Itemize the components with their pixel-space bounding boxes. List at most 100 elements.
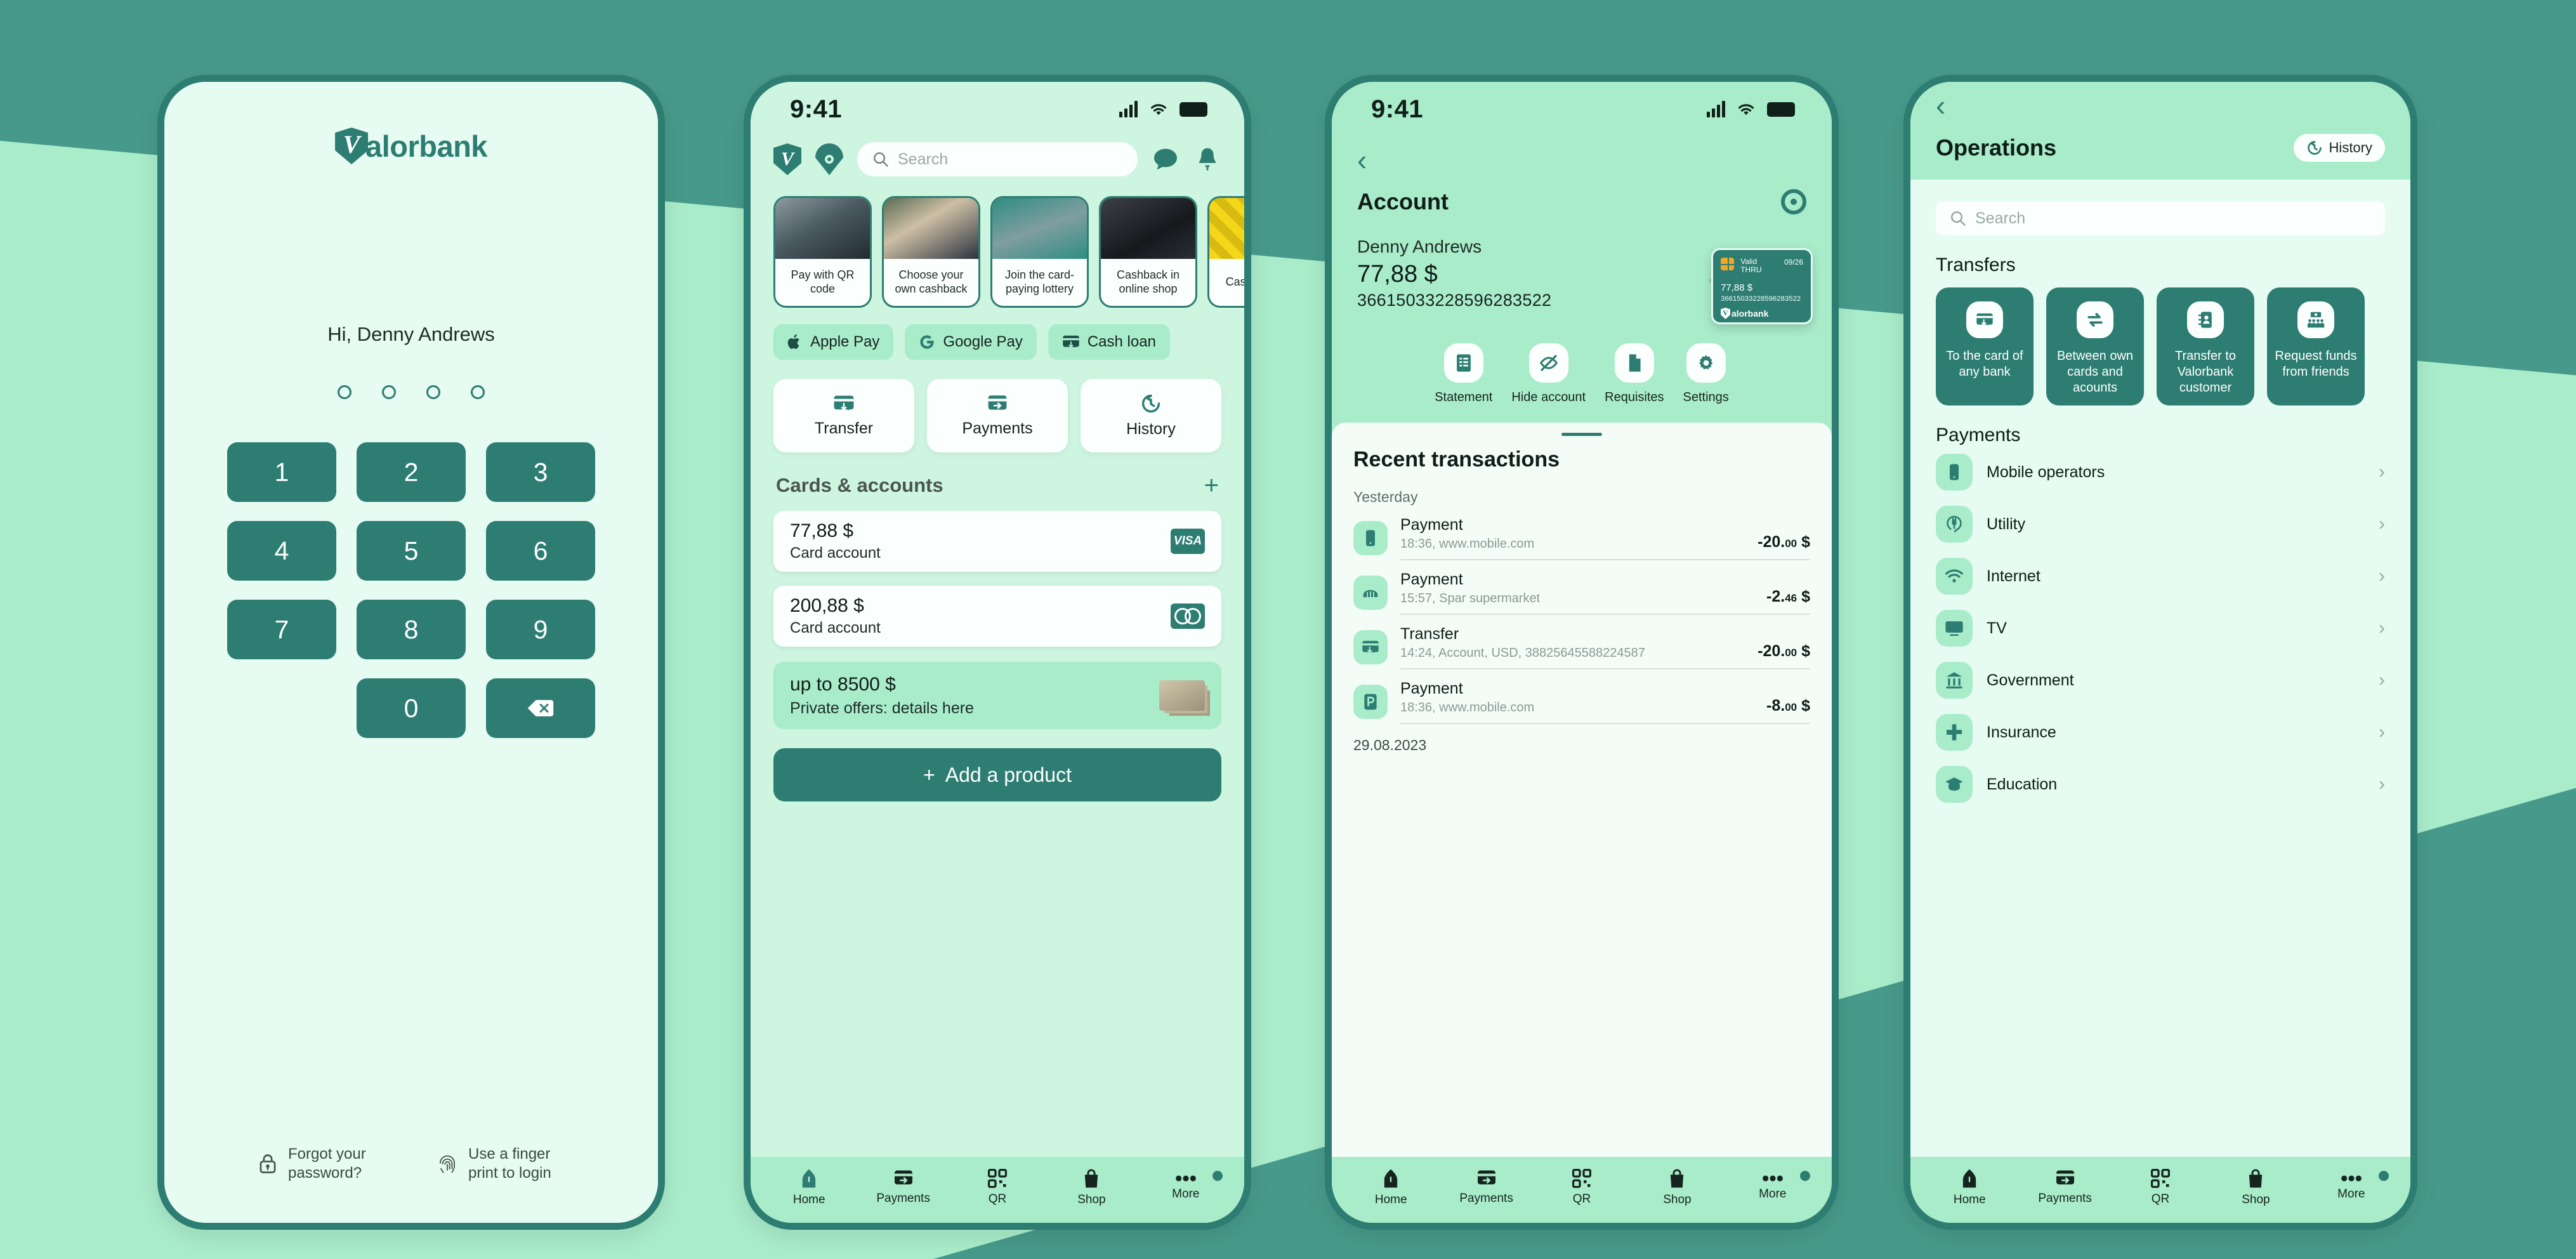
- apple-icon: [787, 334, 799, 349]
- table-row[interactable]: Payment 18:36, www.mobile.com -8.00 $: [1353, 669, 1810, 724]
- back-button[interactable]: ‹: [1936, 91, 2385, 120]
- row-label: Education: [1987, 775, 2058, 793]
- key-3[interactable]: 3: [486, 442, 595, 502]
- account-card-mastercard[interactable]: 200,88 $ Card account: [773, 586, 1221, 647]
- key-1[interactable]: 1: [227, 442, 336, 502]
- tab-label: Shop: [1077, 1192, 1106, 1206]
- mini-card-preview[interactable]: Valid THRU 09/26 77,88 $ 366150332285962…: [1711, 248, 1813, 324]
- tab-shop[interactable]: Shop: [1629, 1168, 1725, 1207]
- transfer-tiles[interactable]: To the card of any bank Between own card…: [1910, 276, 2410, 405]
- transfer-tile-valorbank-customer[interactable]: Transfer to Valorbank customer: [2157, 287, 2254, 405]
- story-card[interactable]: Choose your own cashback: [882, 196, 980, 308]
- private-offers-banner[interactable]: up to 8500 $ Private offers: details her…: [773, 662, 1221, 729]
- search-input[interactable]: Search: [857, 142, 1138, 176]
- tab-label: QR: [2151, 1192, 2170, 1206]
- account-card-visa[interactable]: 77,88 $ Card account VISA: [773, 511, 1221, 572]
- transfer-tile-any-bank[interactable]: To the card of any bank: [1936, 287, 2034, 405]
- mobile-icon: [1936, 454, 1973, 491]
- key-7[interactable]: 7: [227, 600, 336, 659]
- transfer-label: Transfer: [814, 419, 874, 437]
- chat-icon[interactable]: [1152, 145, 1180, 173]
- bell-icon[interactable]: [1193, 145, 1221, 173]
- stories-carousel[interactable]: Pay with QR code Choose your own cashbac…: [751, 182, 1244, 308]
- list-item[interactable]: Internet ›: [1910, 550, 2410, 602]
- tab-home[interactable]: Home: [1343, 1168, 1438, 1207]
- list-item[interactable]: Mobile operators ›: [1910, 446, 2410, 498]
- key-6[interactable]: 6: [486, 521, 595, 581]
- payments-button[interactable]: Payments: [927, 379, 1068, 452]
- tab-label: Home: [1374, 1192, 1407, 1206]
- story-card[interactable]: Join the card-paying lottery: [990, 196, 1089, 308]
- search-input[interactable]: Search: [1936, 201, 2385, 235]
- eye-toggle-icon[interactable]: [815, 143, 843, 175]
- transfer-tile-own-cards[interactable]: Between own cards and acounts: [2046, 287, 2144, 405]
- table-row[interactable]: Payment 15:57, Spar supermarket -2.46 $: [1353, 560, 1810, 615]
- key-2[interactable]: 2: [357, 442, 466, 502]
- money-stack-icon: [1159, 680, 1205, 711]
- account-actions: Statement Hide account Requisites Settin…: [1332, 310, 1832, 405]
- visa-text: VISA: [1173, 534, 1202, 548]
- tab-payments[interactable]: Payments: [2017, 1170, 2112, 1206]
- sheet-grabber[interactable]: [1561, 433, 1602, 436]
- story-thumbnail: [1101, 198, 1195, 259]
- tab-shop[interactable]: Shop: [1044, 1168, 1138, 1207]
- tab-payments[interactable]: Payments: [1438, 1170, 1534, 1206]
- google-pay-chip[interactable]: Google Pay: [905, 324, 1037, 360]
- history-button[interactable]: History: [2293, 134, 2385, 162]
- story-card[interactable]: Pay with QR code: [773, 196, 872, 308]
- wifi-icon: [1738, 104, 1754, 115]
- cash-loan-chip[interactable]: Cash loan: [1048, 324, 1170, 360]
- pin-keypad[interactable]: 1 2 3 4 5 6 7 8 9 0: [227, 442, 595, 738]
- search-placeholder: Search: [1975, 209, 2026, 227]
- key-4[interactable]: 4: [227, 521, 336, 581]
- story-caption: Choose your own cashback: [895, 268, 968, 295]
- brand-shield-icon[interactable]: V: [773, 143, 801, 175]
- tab-shop[interactable]: Shop: [2208, 1168, 2303, 1207]
- list-item[interactable]: Education ›: [1910, 758, 2410, 810]
- back-button[interactable]: ‹: [1357, 145, 1806, 175]
- cash-loan-label: Cash loan: [1087, 333, 1156, 350]
- list-item[interactable]: TV ›: [1910, 602, 2410, 654]
- payments-section-title: Payments: [1936, 425, 2021, 445]
- key-8[interactable]: 8: [357, 600, 466, 659]
- fingerprint-login-button[interactable]: Use a finger print to login: [438, 1145, 563, 1182]
- parking-icon: [1353, 685, 1388, 719]
- requisites-button[interactable]: Requisites: [1605, 343, 1664, 405]
- tab-qr[interactable]: QR: [950, 1168, 1044, 1206]
- statement-button[interactable]: Statement: [1435, 343, 1492, 405]
- tab-payments[interactable]: Payments: [856, 1170, 950, 1206]
- eye-toggle-icon[interactable]: [1781, 189, 1806, 214]
- notification-dot: [1800, 1171, 1810, 1181]
- tab-home[interactable]: Home: [762, 1168, 856, 1207]
- add-card-icon[interactable]: +: [1204, 473, 1219, 498]
- tx-currency: $: [1797, 697, 1810, 715]
- table-row[interactable]: Payment 18:36, www.mobile.com -20.00 $: [1353, 506, 1810, 560]
- card-exchange-icon: [1063, 335, 1079, 348]
- apple-pay-chip[interactable]: Apple Pay: [773, 324, 894, 360]
- story-card[interactable]: Cashback in online shop: [1099, 196, 1197, 308]
- key-5[interactable]: 5: [357, 521, 466, 581]
- tab-label: More: [2337, 1187, 2365, 1201]
- list-item[interactable]: Government ›: [1910, 654, 2410, 706]
- backspace-button[interactable]: [486, 678, 595, 738]
- transfer-button[interactable]: Transfer: [773, 379, 914, 452]
- bank-icon: [1936, 662, 1973, 699]
- tx-name: Transfer: [1400, 625, 1459, 643]
- history-button[interactable]: History: [1081, 379, 1221, 452]
- key-9[interactable]: 9: [486, 600, 595, 659]
- google-icon: [920, 335, 935, 349]
- settings-button[interactable]: Settings: [1683, 343, 1729, 405]
- forgot-password-button[interactable]: Forgot your password?: [259, 1145, 383, 1182]
- table-row[interactable]: Transfer 14:24, Account, USD, 3882564558…: [1353, 615, 1810, 669]
- tab-qr[interactable]: QR: [2113, 1168, 2208, 1206]
- tab-qr[interactable]: QR: [1534, 1168, 1629, 1206]
- story-card[interactable]: Cashb Valor: [1207, 196, 1244, 308]
- list-item[interactable]: Insurance ›: [1910, 706, 2410, 758]
- list-item[interactable]: Utility ›: [1910, 498, 2410, 550]
- bottom-tabbar: Home Payments QR Shop More: [1332, 1157, 1832, 1223]
- key-0[interactable]: 0: [357, 678, 466, 738]
- hide-account-button[interactable]: Hide account: [1511, 343, 1586, 405]
- add-product-button[interactable]: + Add a product: [773, 748, 1221, 801]
- transfer-tile-request-funds[interactable]: Request funds from friends: [2267, 287, 2365, 405]
- tab-home[interactable]: Home: [1922, 1168, 2017, 1207]
